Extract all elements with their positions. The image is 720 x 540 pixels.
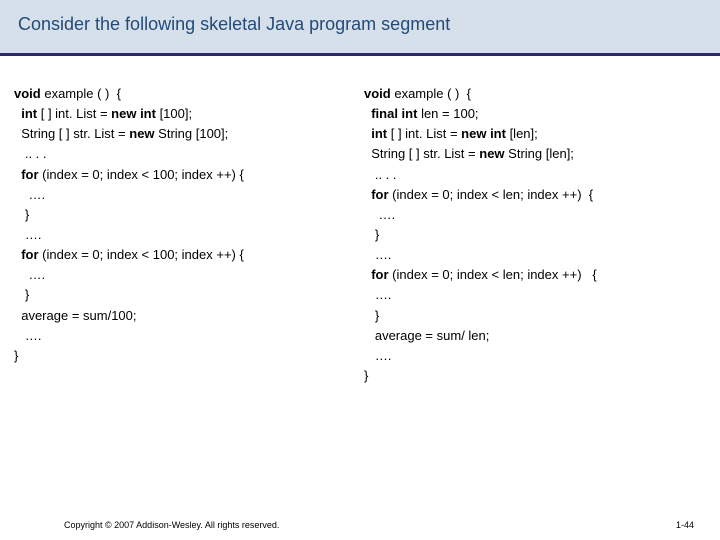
code-text: len = 100; bbox=[417, 106, 478, 121]
code-text: …. bbox=[14, 328, 45, 343]
code-text: } bbox=[14, 348, 18, 363]
code-text: [ ] int. List = bbox=[387, 126, 461, 141]
code-text: [100]; bbox=[156, 106, 192, 121]
code-text: .. . . bbox=[14, 146, 47, 161]
kw: void bbox=[364, 86, 391, 101]
code-text: example ( ) { bbox=[391, 86, 471, 101]
code-text: …. bbox=[14, 187, 49, 202]
code-text: …. bbox=[364, 348, 395, 363]
kw: void bbox=[14, 86, 41, 101]
code-text: String [len]; bbox=[505, 146, 574, 161]
code-text: String [ ] str. List = bbox=[14, 126, 129, 141]
kw: new int bbox=[461, 126, 506, 141]
code-text: (index = 0; index < len; index ++) { bbox=[389, 267, 597, 282]
code-text: } bbox=[14, 207, 29, 222]
code-text: [ ] int. List = bbox=[37, 106, 111, 121]
kw: int bbox=[364, 126, 387, 141]
code-text: [len]; bbox=[506, 126, 538, 141]
code-text: .. . . bbox=[364, 167, 397, 182]
slide: Consider the following skeletal Java pro… bbox=[0, 0, 720, 540]
page-number: 1-44 bbox=[676, 520, 694, 530]
code-text: …. bbox=[14, 267, 49, 282]
kw: new bbox=[129, 126, 154, 141]
copyright-text: Copyright © 2007 Addison-Wesley. All rig… bbox=[64, 520, 279, 530]
code-text: average = sum/100; bbox=[14, 308, 137, 323]
slide-header: Consider the following skeletal Java pro… bbox=[0, 0, 720, 56]
code-text: …. bbox=[14, 227, 45, 242]
kw: new int bbox=[111, 106, 156, 121]
code-text: } bbox=[364, 308, 379, 323]
kw: int bbox=[14, 106, 37, 121]
code-text: (index = 0; index < len; index ++) { bbox=[389, 187, 594, 202]
code-text: …. bbox=[364, 207, 399, 222]
code-text: …. bbox=[364, 287, 395, 302]
slide-footer: Copyright © 2007 Addison-Wesley. All rig… bbox=[0, 520, 720, 530]
code-text: } bbox=[364, 227, 379, 242]
slide-title: Consider the following skeletal Java pro… bbox=[18, 14, 702, 35]
kw: new bbox=[479, 146, 504, 161]
code-text: String [100]; bbox=[155, 126, 229, 141]
code-text: average = sum/ len; bbox=[364, 328, 489, 343]
kw: for bbox=[14, 247, 39, 262]
code-left: void example ( ) { int [ ] int. List = n… bbox=[14, 84, 356, 386]
kw: final int bbox=[364, 106, 417, 121]
kw: for bbox=[364, 187, 389, 202]
code-text: } bbox=[14, 287, 29, 302]
kw: for bbox=[14, 167, 39, 182]
code-text: example ( ) { bbox=[41, 86, 121, 101]
code-right: void example ( ) { final int len = 100; … bbox=[364, 84, 706, 386]
code-text: String [ ] str. List = bbox=[364, 146, 479, 161]
slide-content: void example ( ) { int [ ] int. List = n… bbox=[0, 56, 720, 386]
code-text: } bbox=[364, 368, 368, 383]
code-text: (index = 0; index < 100; index ++) { bbox=[39, 167, 244, 182]
kw: for bbox=[364, 267, 389, 282]
code-text: (index = 0; index < 100; index ++) { bbox=[39, 247, 244, 262]
code-text: …. bbox=[364, 247, 395, 262]
